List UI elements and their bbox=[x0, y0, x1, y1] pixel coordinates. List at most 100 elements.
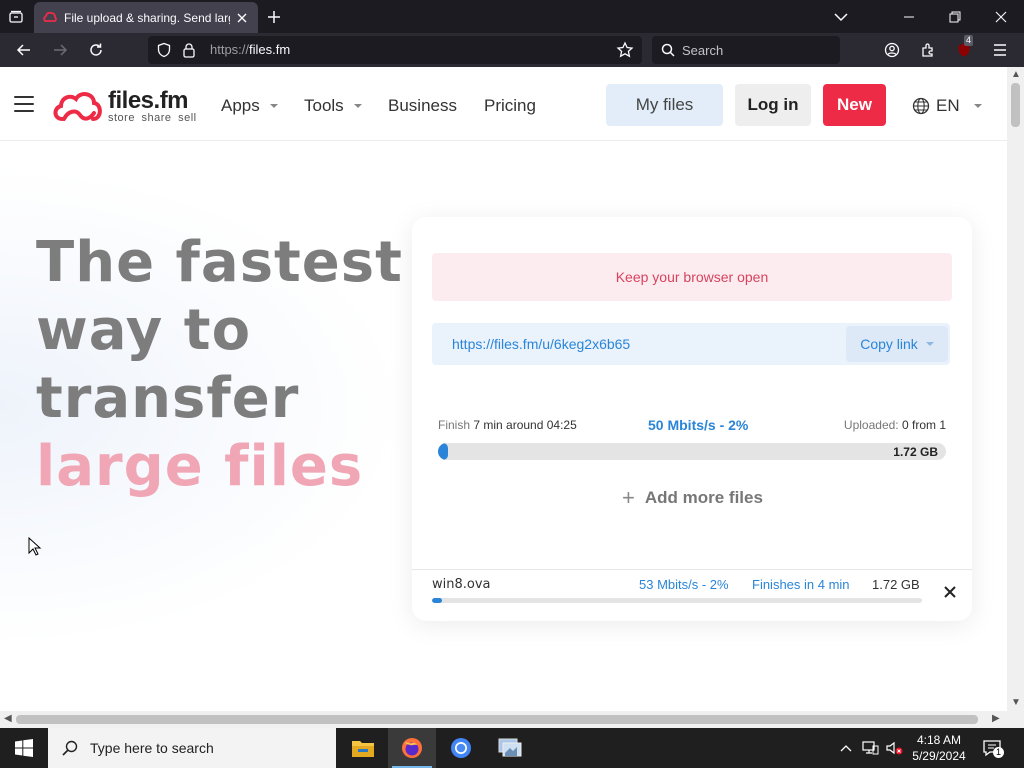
minimize-icon[interactable] bbox=[886, 0, 932, 33]
forward-icon[interactable] bbox=[48, 38, 72, 62]
windows-taskbar: Type here to search 4:18 AM 5/29/2024 1 bbox=[0, 728, 1024, 768]
add-more-files-button[interactable]: + Add more files bbox=[622, 485, 763, 511]
url-text[interactable]: https://files.fm bbox=[210, 42, 290, 57]
new-button[interactable]: New bbox=[823, 84, 886, 126]
menu-business[interactable]: Business bbox=[388, 96, 457, 116]
file-progress-fill bbox=[432, 598, 442, 603]
share-link-box: https://files.fm/u/6keg2x6b65 Copy link bbox=[432, 323, 950, 365]
notification-count: 1 bbox=[993, 747, 1004, 758]
tab-title: File upload & sharing. Send larg bbox=[64, 10, 230, 25]
menu-apps[interactable]: Apps bbox=[221, 96, 278, 116]
horizontal-scroll-thumb[interactable] bbox=[16, 715, 978, 724]
scroll-corner bbox=[1007, 711, 1024, 728]
my-files-button[interactable]: My files bbox=[606, 84, 723, 126]
mouse-cursor-icon bbox=[28, 537, 42, 556]
close-tab-icon[interactable] bbox=[234, 10, 250, 26]
firefox-taskbar-icon[interactable] bbox=[388, 728, 436, 768]
cancel-upload-icon[interactable] bbox=[942, 584, 958, 600]
taskbar-search[interactable]: Type here to search bbox=[48, 728, 336, 768]
hero-heading: The fastest way to transfer large files bbox=[36, 229, 403, 501]
extension-badge: 4 bbox=[964, 35, 974, 46]
clock-date: 5/29/2024 bbox=[912, 749, 966, 763]
show-hidden-icons-chevron-up-icon[interactable] bbox=[836, 738, 856, 758]
scroll-down-icon[interactable]: ▼ bbox=[1011, 697, 1021, 708]
logo-name: files.fm bbox=[108, 87, 189, 114]
active-tab[interactable]: File upload & sharing. Send larg bbox=[34, 2, 258, 33]
scroll-left-icon[interactable]: ◀ bbox=[4, 713, 12, 724]
file-speed: 53 Mbits/s - 2% bbox=[639, 577, 729, 592]
filesfm-favicon-icon bbox=[43, 11, 57, 22]
filesfm-logo[interactable]: files.fm store share sell bbox=[52, 87, 202, 127]
list-all-tabs-icon[interactable] bbox=[818, 0, 864, 33]
menu-tools[interactable]: Tools bbox=[304, 96, 362, 116]
keep-browser-open-alert: Keep your browser open bbox=[432, 253, 952, 301]
browser-search-bar[interactable]: Search bbox=[652, 36, 840, 64]
clock-time: 4:18 AM bbox=[916, 733, 962, 747]
hero-line-4: large files bbox=[36, 434, 364, 499]
finish-label: Finish bbox=[438, 418, 471, 432]
file-explorer-icon[interactable] bbox=[339, 728, 387, 768]
file-name: win8.ova bbox=[432, 577, 491, 592]
hamburger-menu-icon[interactable] bbox=[14, 96, 34, 112]
browser-tab-bar: File upload & sharing. Send larg bbox=[0, 0, 1024, 33]
copy-link-button[interactable]: Copy link bbox=[846, 326, 948, 362]
language-selector[interactable]: EN bbox=[912, 96, 982, 116]
scroll-right-icon[interactable]: ▶ bbox=[992, 713, 1000, 724]
vertical-scrollbar[interactable]: ▲ ▼ bbox=[1007, 67, 1024, 711]
hero-line-3: transfer bbox=[36, 366, 300, 431]
chevron-down-icon bbox=[925, 342, 934, 346]
browser-toolbar: https://files.fm Search 4 bbox=[0, 33, 1024, 67]
cloud-logo-icon bbox=[53, 92, 102, 121]
file-progress-bar bbox=[432, 598, 922, 603]
restore-icon[interactable] bbox=[932, 0, 978, 33]
windows-logo-icon bbox=[15, 739, 33, 757]
account-icon[interactable] bbox=[880, 38, 904, 62]
plus-icon: + bbox=[622, 485, 635, 510]
search-icon bbox=[661, 43, 675, 57]
globe-icon bbox=[912, 97, 930, 115]
file-row: win8.ova 53 Mbits/s - 2% Finishes in 4 m… bbox=[412, 569, 972, 621]
close-window-icon[interactable] bbox=[978, 0, 1024, 33]
tab-list-icon[interactable] bbox=[0, 0, 32, 33]
bookmark-star-icon[interactable] bbox=[616, 41, 634, 59]
logo-tagline: store share sell bbox=[108, 112, 197, 124]
chrome-taskbar-icon[interactable] bbox=[437, 728, 485, 768]
search-placeholder: Search bbox=[682, 43, 724, 58]
uploaded-count: Uploaded: 0 from 1 bbox=[843, 418, 946, 432]
login-button[interactable]: Log in bbox=[735, 84, 811, 126]
file-size: 1.72 GB bbox=[872, 577, 920, 592]
start-button[interactable] bbox=[0, 728, 48, 768]
total-progress-fill bbox=[438, 443, 449, 460]
lock-icon[interactable] bbox=[182, 42, 196, 58]
share-link-url[interactable]: https://files.fm/u/6keg2x6b65 bbox=[452, 336, 630, 352]
finish-value: 7 min around 04:25 bbox=[473, 418, 577, 432]
scroll-up-icon[interactable]: ▲ bbox=[1011, 69, 1021, 80]
site-header: files.fm store share sell Apps Tools Bus… bbox=[0, 67, 1007, 141]
chevron-down-icon bbox=[353, 104, 362, 108]
taskbar-clock[interactable]: 4:18 AM 5/29/2024 bbox=[906, 732, 972, 764]
vertical-scroll-thumb[interactable] bbox=[1011, 83, 1020, 127]
hero-line-1: The fastest bbox=[36, 230, 403, 295]
network-icon[interactable] bbox=[860, 738, 880, 758]
action-center-icon[interactable]: 1 bbox=[982, 738, 1004, 758]
back-icon[interactable] bbox=[12, 38, 36, 62]
file-eta: Finishes in 4 min bbox=[752, 577, 850, 592]
ublock-extension-icon[interactable]: 4 bbox=[952, 35, 976, 62]
horizontal-scrollbar[interactable]: ◀ ▶ bbox=[0, 711, 1007, 728]
url-bar[interactable]: https://files.fm bbox=[148, 36, 642, 64]
upload-card: Keep your browser open https://files.fm/… bbox=[412, 217, 972, 621]
new-tab-icon[interactable] bbox=[262, 5, 286, 29]
reload-icon[interactable] bbox=[84, 38, 108, 62]
remote-desktop-taskbar-icon[interactable] bbox=[486, 728, 534, 768]
chevron-down-icon bbox=[973, 104, 982, 108]
menu-pricing[interactable]: Pricing bbox=[484, 96, 536, 116]
extensions-icon[interactable] bbox=[916, 38, 940, 62]
chevron-down-icon bbox=[269, 104, 278, 108]
upload-stats: Finish 7 min around 04:25 50 Mbits/s - 2… bbox=[438, 417, 946, 434]
volume-muted-icon[interactable] bbox=[884, 738, 904, 758]
shield-icon[interactable] bbox=[156, 42, 172, 58]
taskbar-search-placeholder: Type here to search bbox=[90, 740, 214, 756]
total-progress-bar: 1.72 GB bbox=[438, 443, 946, 460]
menu-icon[interactable] bbox=[988, 38, 1012, 62]
search-icon bbox=[62, 740, 78, 756]
